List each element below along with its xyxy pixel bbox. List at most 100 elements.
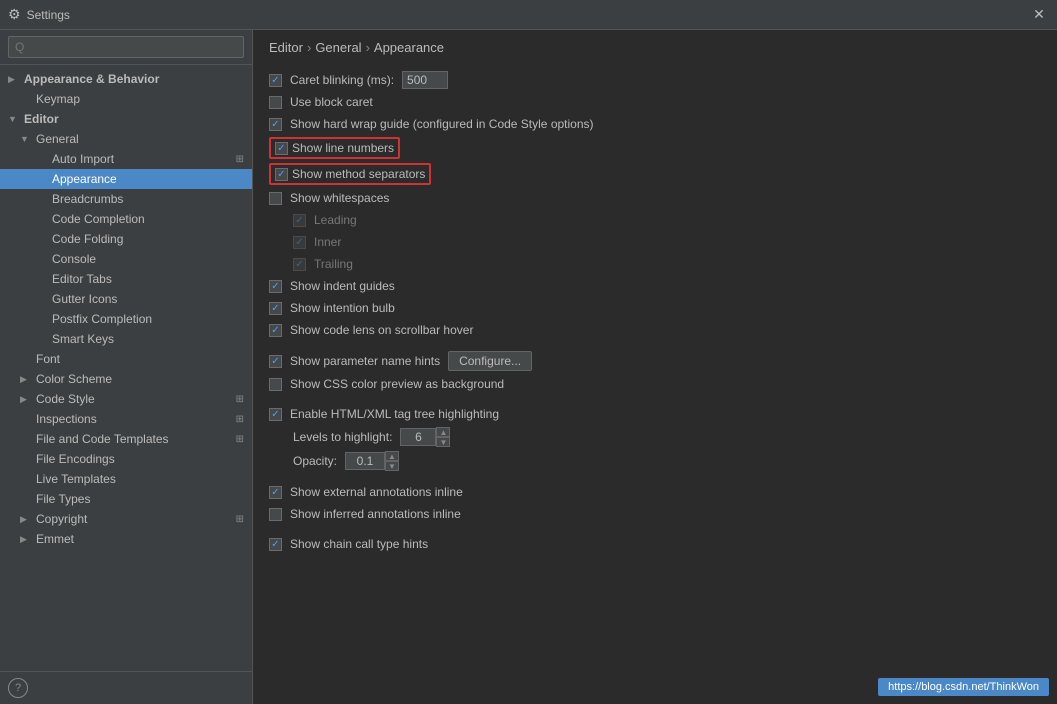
sidebar-item-emmet[interactable]: ▶ Emmet	[0, 529, 252, 549]
setting-opacity: Opacity: ▲ ▼	[269, 449, 1041, 473]
setting-caret-blinking: Caret blinking (ms):	[269, 69, 1041, 91]
label-show-whitespaces: Show whitespaces	[290, 191, 389, 205]
label-show-code-lens: Show code lens on scrollbar hover	[290, 323, 473, 337]
configure-button[interactable]: Configure...	[448, 351, 532, 371]
spinner-up-opacity[interactable]: ▲	[385, 451, 399, 461]
sidebar-item-file-encodings[interactable]: File Encodings	[0, 449, 252, 469]
sidebar-item-inspections[interactable]: Inspections ⊞	[0, 409, 252, 429]
checkbox-leading[interactable]	[293, 214, 306, 227]
sidebar-item-label: Live Templates	[36, 472, 244, 486]
sidebar-item-breadcrumbs[interactable]: Breadcrumbs	[0, 189, 252, 209]
title-bar: ⚙ Settings ✕	[0, 0, 1057, 30]
setting-enable-html-xml: Enable HTML/XML tag tree highlighting	[269, 403, 1041, 425]
sidebar-item-appearance-behavior[interactable]: ▶ Appearance & Behavior	[0, 69, 252, 89]
sidebar-item-code-folding[interactable]: Code Folding	[0, 229, 252, 249]
setting-show-intention-bulb: Show intention bulb	[269, 297, 1041, 319]
levels-spinner-wrap: ▲ ▼	[400, 427, 450, 447]
checkbox-show-method-separators[interactable]	[275, 168, 288, 181]
label-leading: Leading	[314, 213, 357, 227]
sidebar-item-label: Breadcrumbs	[52, 192, 244, 206]
sidebar-item-smart-keys[interactable]: Smart Keys	[0, 329, 252, 349]
input-levels[interactable]	[400, 428, 436, 446]
setting-show-external-annotations: Show external annotations inline	[269, 481, 1041, 503]
spinner-down-opacity[interactable]: ▼	[385, 461, 399, 471]
checkbox-show-hard-wrap[interactable]	[269, 118, 282, 131]
sidebar-item-code-completion[interactable]: Code Completion	[0, 209, 252, 229]
sidebar-item-file-code-templates[interactable]: File and Code Templates ⊞	[0, 429, 252, 449]
app-icon: ⚙	[8, 6, 21, 23]
checkbox-show-code-lens[interactable]	[269, 324, 282, 337]
spinner-side: ▲ ▼	[436, 427, 450, 447]
sidebar-item-general[interactable]: ▼ General	[0, 129, 252, 149]
external-icon: ⊞	[236, 434, 244, 445]
sidebar-item-appearance[interactable]: Appearance	[0, 169, 252, 189]
breadcrumb-separator: ›	[307, 40, 311, 55]
label-show-external-annotations: Show external annotations inline	[290, 485, 463, 499]
sidebar-item-label: Inspections	[36, 412, 232, 426]
label-show-line-numbers: Show line numbers	[292, 141, 394, 155]
sidebar-item-copyright[interactable]: ▶ Copyright ⊞	[0, 509, 252, 529]
sidebar-tree: ▶ Appearance & Behavior Keymap ▼ Editor …	[0, 65, 252, 671]
input-caret-blinking[interactable]	[402, 71, 448, 89]
setting-show-whitespaces: Show whitespaces	[269, 187, 1041, 209]
checkbox-enable-html-xml[interactable]	[269, 408, 282, 421]
sidebar-item-label: Emmet	[36, 532, 244, 546]
help-button[interactable]: ?	[8, 678, 28, 698]
sidebar-item-label: File Encodings	[36, 452, 244, 466]
sidebar-item-editor[interactable]: ▼ Editor	[0, 109, 252, 129]
sidebar-item-label: Postfix Completion	[52, 312, 244, 326]
checkbox-show-chain-call[interactable]	[269, 538, 282, 551]
search-input[interactable]	[8, 36, 244, 58]
checkbox-show-parameter-hints[interactable]	[269, 355, 282, 368]
spinner-side-opacity: ▲ ▼	[385, 451, 399, 471]
checkbox-show-css-color[interactable]	[269, 378, 282, 391]
setting-show-indent-guides: Show indent guides	[269, 275, 1041, 297]
sidebar-item-label: Code Style	[36, 392, 232, 406]
input-opacity[interactable]	[345, 452, 385, 470]
sidebar-item-live-templates[interactable]: Live Templates	[0, 469, 252, 489]
label-show-hard-wrap: Show hard wrap guide (configured in Code…	[290, 117, 594, 131]
checkbox-show-intention-bulb[interactable]	[269, 302, 282, 315]
sidebar-item-postfix-completion[interactable]: Postfix Completion	[0, 309, 252, 329]
breadcrumb-part-appearance: Appearance	[374, 40, 444, 55]
checkbox-show-indent-guides[interactable]	[269, 280, 282, 293]
breadcrumb-part-editor: Editor	[269, 40, 303, 55]
highlight-box-1: Show line numbers	[269, 137, 400, 159]
sidebar-item-console[interactable]: Console	[0, 249, 252, 269]
label-show-css-color: Show CSS color preview as background	[290, 377, 504, 391]
checkbox-show-line-numbers[interactable]	[275, 142, 288, 155]
close-button[interactable]: ✕	[1029, 5, 1049, 25]
content-area: Editor › General › Appearance Caret blin…	[253, 30, 1057, 704]
sidebar-item-color-scheme[interactable]: ▶ Color Scheme	[0, 369, 252, 389]
highlight-box-2: Show method separators	[269, 163, 431, 185]
main-layout: ▶ Appearance & Behavior Keymap ▼ Editor …	[0, 30, 1057, 704]
spinner-down[interactable]: ▼	[436, 437, 450, 447]
sidebar: ▶ Appearance & Behavior Keymap ▼ Editor …	[0, 30, 253, 704]
checkbox-inner[interactable]	[293, 236, 306, 249]
sidebar-item-font[interactable]: Font	[0, 349, 252, 369]
sidebar-item-keymap[interactable]: Keymap	[0, 89, 252, 109]
sidebar-item-label: Color Scheme	[36, 372, 244, 386]
sidebar-item-label: Code Folding	[52, 232, 244, 246]
spinner-up[interactable]: ▲	[436, 427, 450, 437]
sidebar-item-file-types[interactable]: File Types	[0, 489, 252, 509]
checkbox-caret-blinking[interactable]	[269, 74, 282, 87]
checkbox-show-whitespaces[interactable]	[269, 192, 282, 205]
expand-arrow: ▶	[8, 74, 20, 85]
label-trailing: Trailing	[314, 257, 353, 271]
sidebar-item-code-style[interactable]: ▶ Code Style ⊞	[0, 389, 252, 409]
gap-4	[269, 525, 1041, 533]
checkbox-trailing[interactable]	[293, 258, 306, 271]
label-show-parameter-hints: Show parameter name hints	[290, 354, 440, 368]
sidebar-item-auto-import[interactable]: Auto Import ⊞	[0, 149, 252, 169]
sidebar-item-label: Keymap	[36, 92, 244, 106]
sidebar-item-label: Code Completion	[52, 212, 244, 226]
checkbox-use-block-caret[interactable]	[269, 96, 282, 109]
sidebar-item-gutter-icons[interactable]: Gutter Icons	[0, 289, 252, 309]
checkbox-show-external-annotations[interactable]	[269, 486, 282, 499]
expand-arrow: ▼	[20, 134, 32, 144]
checkbox-show-inferred-annotations[interactable]	[269, 508, 282, 521]
sidebar-item-editor-tabs[interactable]: Editor Tabs	[0, 269, 252, 289]
sidebar-item-label: Auto Import	[52, 152, 232, 166]
external-icon: ⊞	[236, 514, 244, 525]
